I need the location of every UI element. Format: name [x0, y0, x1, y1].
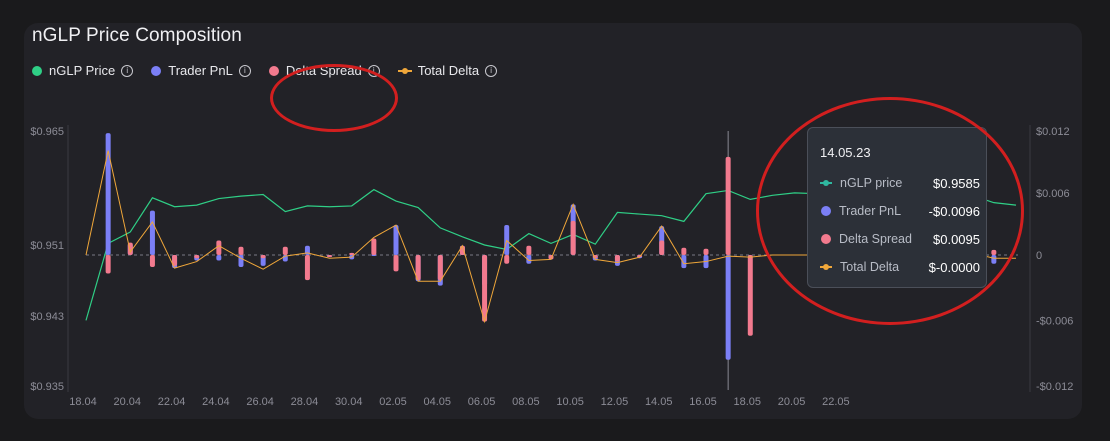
bar-delta-spread — [105, 255, 111, 274]
x-axis-tick-label: 26.04 — [246, 396, 274, 408]
x-axis-tick-label: 20.04 — [114, 396, 142, 408]
bar-trader-pnl — [216, 255, 222, 261]
bar-delta-spread — [659, 240, 665, 255]
right-axis-tick-label: -$0.012 — [1036, 381, 1073, 393]
bar-delta-spread — [614, 255, 620, 262]
bar-delta-spread — [681, 247, 687, 255]
x-axis-tick-label: 22.05 — [822, 396, 850, 408]
bar-delta-spread — [482, 255, 488, 322]
x-axis-tick-label: 18.04 — [69, 396, 97, 408]
bar-delta-spread — [260, 255, 266, 259]
x-axis-tick-label: 24.04 — [202, 396, 230, 408]
bar-delta-spread — [349, 252, 355, 255]
annotation-circle-legend — [270, 64, 398, 132]
right-axis-tick-label: 0 — [1036, 250, 1042, 262]
bar-delta-spread — [194, 255, 200, 259]
x-axis-tick-label: 16.05 — [689, 396, 717, 408]
bar-delta-spread — [437, 255, 443, 281]
bar-trader-pnl — [149, 210, 155, 255]
left-axis-tick-label: $0.935 — [30, 381, 64, 393]
bar-delta-spread — [238, 246, 244, 255]
x-axis-tick-label: 30.04 — [335, 396, 363, 408]
x-axis-tick-label: 14.05 — [645, 396, 673, 408]
bar-delta-spread — [216, 240, 222, 255]
bar-delta-spread — [282, 246, 288, 255]
bar-trader-pnl — [725, 255, 731, 360]
x-axis-tick-label: 12.05 — [601, 396, 629, 408]
right-axis-tick-label: $0.012 — [1036, 126, 1070, 138]
x-axis-tick-label: 18.05 — [734, 396, 762, 408]
bar-delta-spread — [393, 255, 399, 272]
right-axis-tick-label: $0.006 — [1036, 188, 1070, 200]
bar-delta-spread — [526, 245, 532, 255]
x-axis-tick-label: 08.05 — [512, 396, 540, 408]
bar-delta-spread — [149, 255, 155, 268]
x-axis-tick-label: 20.05 — [778, 396, 806, 408]
x-axis-tick-label: 06.05 — [468, 396, 496, 408]
x-axis-tick-label: 02.05 — [379, 396, 407, 408]
bar-delta-spread — [570, 220, 576, 255]
x-axis-tick-label: 28.04 — [291, 396, 319, 408]
x-axis-tick-label: 10.05 — [556, 396, 584, 408]
bar-delta-spread — [747, 255, 753, 336]
right-axis-tick-label: -$0.006 — [1036, 316, 1073, 328]
bar-delta-spread — [327, 255, 333, 257]
left-axis-tick-label: $0.965 — [30, 126, 64, 138]
x-axis-tick-label: 22.04 — [158, 396, 186, 408]
bar-delta-spread — [725, 156, 731, 255]
bar-delta-spread — [504, 255, 510, 264]
bar-delta-spread — [371, 238, 377, 255]
bar-delta-spread — [703, 248, 709, 255]
left-axis-tick-label: $0.943 — [30, 311, 64, 323]
bar-delta-spread — [304, 255, 310, 281]
left-axis-tick-label: $0.951 — [30, 240, 64, 252]
x-axis-tick-label: 04.05 — [424, 396, 452, 408]
annotation-circle-tooltip — [756, 97, 1024, 325]
